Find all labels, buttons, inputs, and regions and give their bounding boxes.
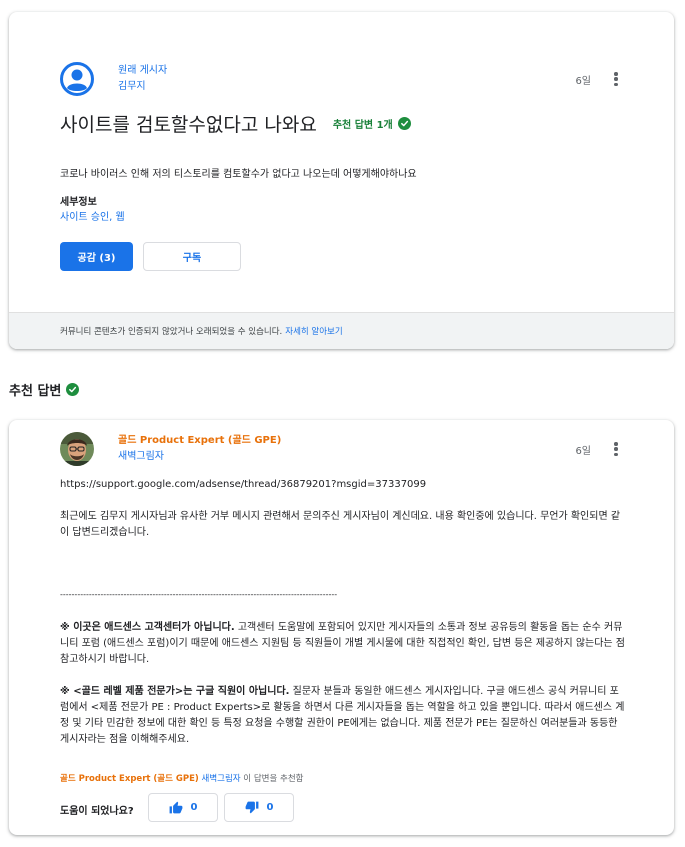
author-name-link[interactable]: 김무지	[118, 79, 167, 95]
recommended-answer-heading: 추천 답변	[9, 380, 80, 399]
downvote-count: 0	[266, 802, 274, 813]
community-notice: 커뮤니티 콘텐츠가 인증되지 않았거나 오래되었을 수 있습니다. 자세히 알아…	[9, 312, 674, 349]
post-date: 6일	[575, 445, 591, 457]
disclaimer-2-bold: ※ <골드 레벨 제품 전문가>는 구글 직원이 아닙니다.	[60, 686, 290, 697]
author-name-link[interactable]: 새벽그림자	[118, 449, 281, 465]
learn-more-link[interactable]: 자세히 알아보기	[285, 325, 342, 337]
check-circle-icon	[66, 383, 80, 396]
check-circle-icon	[397, 117, 411, 130]
question-body: 코로나 바이러스 인해 저의 티스토리를 컴토할수가 없다고 나오는데 어떻게해…	[60, 169, 417, 180]
post-date: 6일	[575, 75, 591, 87]
more-options-icon[interactable]	[609, 70, 623, 88]
helpful-label: 도움이 되었나요?	[60, 806, 134, 817]
details-value[interactable]: 사이트 승인, 웹	[60, 208, 125, 223]
thumbs-down-icon	[245, 801, 258, 814]
like-button[interactable]: 공감 (3)	[60, 242, 133, 271]
section-title: 추천 답변	[9, 384, 62, 399]
thumbs-up-icon	[169, 801, 182, 814]
upvote-count: 0	[190, 802, 198, 813]
author-block: 원래 게시자 김무지	[118, 63, 167, 95]
author-block: 골드 Product Expert (골드 GPE) 새벽그림자	[118, 433, 281, 465]
thumbs-down-button[interactable]: 0	[224, 793, 294, 822]
thumbs-up-button[interactable]: 0	[148, 793, 218, 822]
disclaimer-1-bold: ※ 이곳은 애드센스 고객센터가 아닙니다.	[60, 622, 235, 633]
disclaimer-paragraph-1: ※ 이곳은 애드센스 고객센터가 아닙니다. 고객센터 도움말에 포함되어 있지…	[60, 620, 626, 668]
post-meta: 6일	[575, 440, 623, 458]
disclaimer-paragraph-2: ※ <골드 레벨 제품 전문가>는 구글 직원이 아닙니다. 질문자 분들과 동…	[60, 684, 626, 748]
author-role: 원래 게시자	[118, 65, 168, 76]
more-options-icon[interactable]	[609, 440, 623, 458]
user-avatar-icon[interactable]	[60, 62, 94, 96]
author-role: 골드 Product Expert (골드 GPE)	[118, 435, 282, 446]
recommended-suffix: 이 답변을 추천함	[240, 774, 304, 784]
separator-line: ----------------------------------------…	[60, 590, 338, 599]
question-title-row: 사이트를 검토할수없다고 나와요 추천 답변 1개	[60, 110, 411, 137]
question-title: 사이트를 검토할수없다고 나와요	[60, 114, 317, 136]
recommended-answer-badge[interactable]: 추천 답변 1개	[333, 116, 411, 131]
recommender-name-link[interactable]: 새벽그림자	[202, 774, 241, 784]
post-meta: 6일	[575, 70, 623, 88]
gpe-avatar-icon[interactable]	[60, 432, 94, 466]
answer-link[interactable]: https://support.google.com/adsense/threa…	[60, 477, 626, 493]
question-card: 원래 게시자 김무지 6일 사이트를 검토할수없다고 나와요 추천 답변 1개 …	[9, 12, 674, 349]
question-header: 원래 게시자 김무지 6일	[60, 62, 623, 96]
subscribe-button[interactable]: 구독	[143, 242, 241, 271]
notice-text: 커뮤니티 콘텐츠가 인증되지 않았거나 오래되었을 수 있습니다.	[60, 327, 283, 337]
answer-card: 골드 Product Expert (골드 GPE) 새벽그림자 6일 http…	[9, 420, 674, 835]
recommender-role: 골드 Product Expert (골드 GPE)	[60, 774, 199, 784]
answer-header: 골드 Product Expert (골드 GPE) 새벽그림자 6일	[60, 432, 623, 466]
recommended-by-line: 골드 Product Expert (골드 GPE) 새벽그림자 이 답변을 추…	[60, 772, 303, 784]
answer-paragraph: 최근에도 김무지 게시자님과 유사한 거부 메시지 관련해서 문의주신 게시자님…	[60, 511, 621, 538]
recommended-count: 추천 답변 1개	[332, 120, 393, 131]
details-label: 세부정보	[60, 197, 97, 208]
